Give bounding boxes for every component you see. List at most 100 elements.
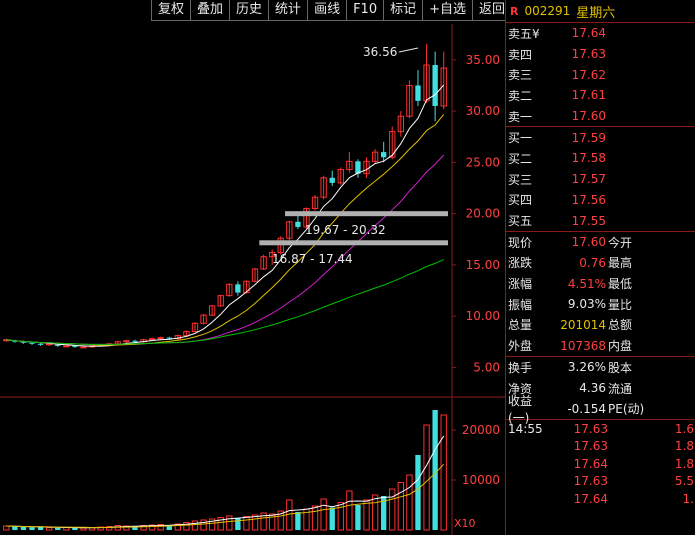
candle-body bbox=[235, 284, 241, 293]
bid-price: 17.59 bbox=[571, 130, 606, 145]
stat-label: 现价 bbox=[508, 235, 533, 250]
stock-header: R 002291 星期六 bbox=[506, 0, 695, 23]
tick-volume: 1.8 bbox=[674, 439, 694, 454]
volume-unit-label: X10 bbox=[454, 517, 476, 530]
stat-value: 0.76 bbox=[579, 255, 606, 270]
volume-bar bbox=[191, 520, 199, 531]
volume-bar bbox=[235, 518, 241, 530]
overlay-button[interactable]: 叠加 bbox=[190, 0, 231, 21]
volume-bar bbox=[346, 490, 353, 531]
volume-bar bbox=[406, 474, 413, 531]
stat-value: 107368 bbox=[560, 338, 606, 353]
volume-bar bbox=[72, 528, 78, 530]
volume-bar bbox=[440, 414, 447, 531]
volume-bar bbox=[46, 527, 53, 531]
draw-line-button[interactable]: 画线 bbox=[307, 0, 348, 21]
tick-time: 14:55 bbox=[508, 421, 543, 436]
bid-label: 买一 bbox=[508, 131, 533, 146]
bid-label: 买四 bbox=[508, 193, 533, 208]
bid-label: 买三 bbox=[508, 172, 533, 187]
bid-row: 买五 17.55 bbox=[506, 210, 695, 231]
candle-body bbox=[29, 342, 35, 344]
candle-body bbox=[381, 152, 387, 158]
stat-value: 4.51% bbox=[567, 276, 606, 291]
tick-row: 17.64 1.8 bbox=[506, 455, 695, 473]
ma-line bbox=[6, 154, 445, 345]
ask-row: 卖三 17.62 bbox=[506, 64, 695, 85]
history-button[interactable]: 历史 bbox=[229, 0, 270, 21]
bid-label: 买二 bbox=[508, 151, 533, 166]
stat-label-2: 量比 bbox=[608, 297, 633, 312]
tick-price: 17.63 bbox=[573, 439, 608, 454]
f10-button[interactable]: F10 bbox=[346, 0, 385, 21]
volume-bar bbox=[355, 505, 361, 530]
ask-price: 17.64 bbox=[571, 26, 606, 41]
restore-rights-button[interactable]: 复权 bbox=[151, 0, 192, 21]
price-tick-label: 25.00 bbox=[466, 155, 500, 169]
tick-volume: 5.5 bbox=[674, 474, 694, 489]
statistics-button[interactable]: 统计 bbox=[268, 0, 309, 21]
volume-bar bbox=[295, 512, 301, 530]
stat-label: 振幅 bbox=[508, 297, 533, 312]
price-tick-label: 20.00 bbox=[466, 207, 500, 221]
ask-row: 卖一 17.60 bbox=[506, 106, 695, 127]
stat-label-2: 最低 bbox=[608, 277, 633, 292]
stat-label: 总量 bbox=[508, 318, 533, 333]
ask-row: 卖五¥ 17.64 bbox=[506, 23, 695, 44]
tick-price: 17.64 bbox=[573, 491, 608, 506]
stat-label-2: 内盘 bbox=[608, 339, 633, 354]
stat-label-2: 总额 bbox=[608, 318, 633, 333]
volume-bar bbox=[3, 525, 10, 531]
stock-code: 002291 bbox=[524, 4, 571, 18]
volume-bar bbox=[243, 516, 250, 531]
volume-bar bbox=[363, 499, 370, 531]
tick-list[interactable]: 14:55 17.63 1.6 17.63 1.8 17.64 1.8 17.63 5.5… bbox=[506, 420, 695, 508]
bid-section: 买一 17.59 买二 17.58 买三 17.57 买四 17.56 买五 17.55 bbox=[506, 127, 695, 232]
candle-body bbox=[329, 177, 335, 183]
stat-row: 现价 17.60 今开 bbox=[506, 232, 695, 253]
tick-volume: 1.8 bbox=[674, 456, 694, 471]
stats2-section: 换手 3.26% 股本 净资 4.36 流通 收益(一) -0.154 PE(动) bbox=[506, 357, 695, 425]
stat-value: 9.03% bbox=[567, 297, 606, 312]
volume-bar bbox=[432, 410, 438, 530]
candle-body bbox=[432, 64, 438, 106]
quote-panel: R 002291 星期六 卖五¥ 17.64 卖四 17.63 卖三 17.62 卖二… bbox=[505, 0, 695, 535]
candle-body bbox=[166, 337, 172, 339]
ask-section: 卖五¥ 17.64 卖四 17.63 卖三 17.62 卖二 17.61 卖一 17.60 bbox=[506, 23, 695, 128]
price-tick-label: 30.00 bbox=[466, 104, 500, 118]
volume-tick-label: 20000 bbox=[462, 423, 500, 437]
stock-name: 星期六 bbox=[576, 5, 616, 21]
add-watchlist-button[interactable]: +自选 bbox=[422, 0, 474, 21]
ask-row: 卖四 17.63 bbox=[506, 44, 695, 65]
bid-price: 17.56 bbox=[571, 192, 606, 207]
volume-tick-label: 10000 bbox=[462, 473, 500, 487]
volume-bar bbox=[200, 519, 207, 531]
stat-row: 总量 201014 总额 bbox=[506, 315, 695, 336]
annotation-arrow bbox=[398, 47, 419, 53]
ask-price: 17.63 bbox=[571, 47, 606, 62]
ask-row: 卖二 17.61 bbox=[506, 85, 695, 106]
mark-button[interactable]: 标记 bbox=[383, 0, 424, 21]
volume-bar bbox=[55, 528, 61, 530]
price-tick-label: 10.00 bbox=[466, 309, 500, 323]
bid-label: 买五 bbox=[508, 214, 533, 229]
candle-body bbox=[132, 340, 138, 342]
stat-label: 外盘 bbox=[508, 339, 533, 354]
chart-area[interactable]: 35.00 30.00 25.00 20.00 15.00 10.00 5.00 36.56 1… bbox=[0, 0, 505, 535]
bid-row: 买三 17.57 bbox=[506, 169, 695, 190]
band-label: 19.67 - 20.32 bbox=[305, 223, 386, 237]
tick-volume: 1. bbox=[682, 491, 694, 506]
candle-body bbox=[37, 343, 44, 345]
tick-row: 14:55 17.63 1.6 bbox=[506, 420, 695, 438]
stat-row: 外盘 107368 内盘 bbox=[506, 335, 695, 356]
volume-bar bbox=[37, 527, 44, 530]
candlestick-chart[interactable]: 35.00 30.00 25.00 20.00 15.00 10.00 5.00 36.56 1… bbox=[0, 0, 505, 535]
bid-price: 17.58 bbox=[571, 151, 606, 166]
stat-label-2: 股本 bbox=[608, 360, 633, 375]
price-tick-label: 5.00 bbox=[473, 360, 500, 374]
stat-value: 17.60 bbox=[571, 235, 606, 250]
volume-bar bbox=[371, 494, 379, 531]
ask-label: 卖五¥ bbox=[508, 26, 540, 41]
price-tick-label: 15.00 bbox=[466, 258, 500, 272]
volume-bar bbox=[397, 482, 404, 531]
